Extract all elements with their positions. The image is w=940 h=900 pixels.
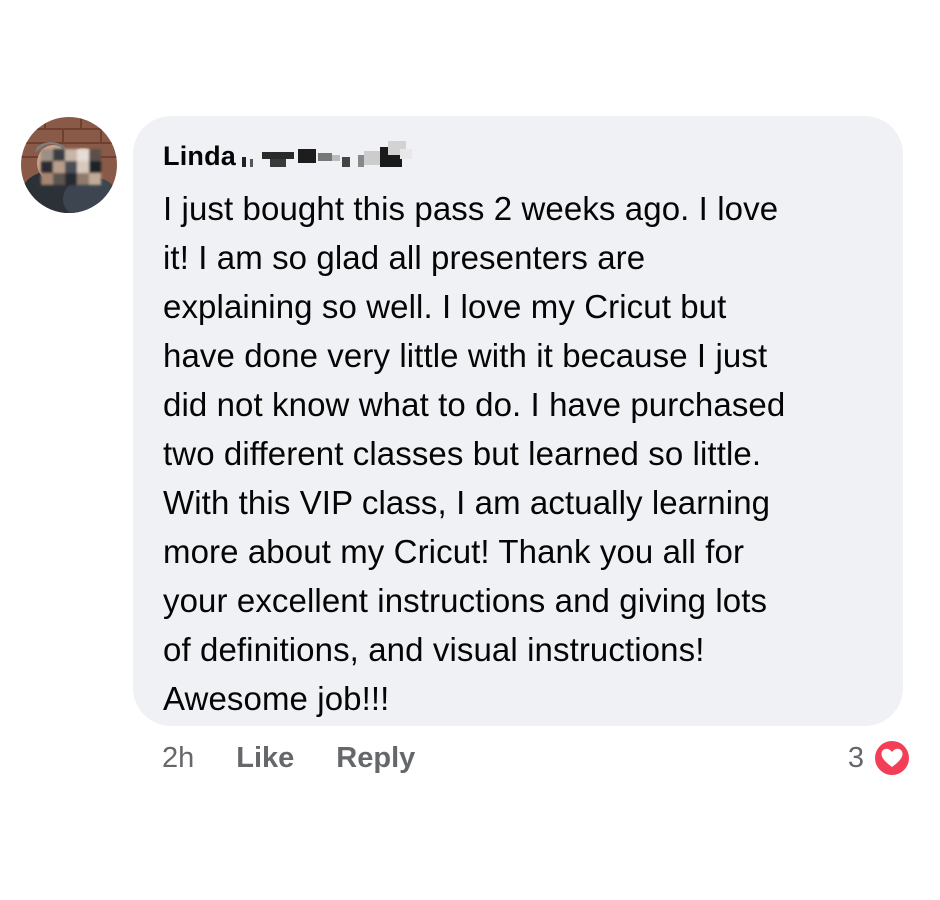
author-row: Linda — [163, 138, 879, 174]
comment-actions: 2h Like Reply — [162, 738, 457, 778]
timestamp[interactable]: 2h — [162, 742, 194, 775]
reaction-count: 3 — [847, 741, 864, 774]
author-name[interactable]: Linda — [163, 141, 236, 172]
like-button[interactable]: Like — [236, 742, 294, 775]
reply-button[interactable]: Reply — [336, 742, 415, 775]
avatar-photo-blurred — [21, 117, 117, 213]
reactions-summary[interactable]: 3 — [848, 737, 912, 779]
heart-reaction-icon — [872, 738, 912, 778]
avatar[interactable] — [21, 117, 117, 213]
comment-bubble: Linda I just bought this pass 2 weeks ag… — [133, 116, 903, 726]
comment-text: I just bought this pass 2 weeks ago. I l… — [163, 190, 786, 717]
redacted-surname-icon — [240, 141, 440, 171]
